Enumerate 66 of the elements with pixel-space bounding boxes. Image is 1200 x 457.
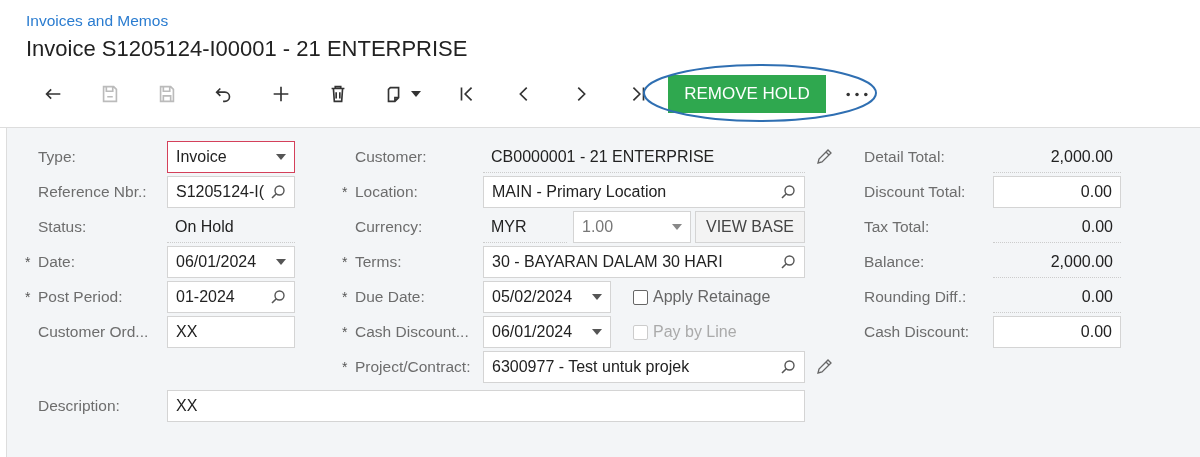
field-label: Post Period: bbox=[38, 288, 124, 306]
field-value: 2,000.00 bbox=[993, 246, 1121, 278]
field-value: 0.00 bbox=[993, 211, 1121, 243]
lookup-field[interactable]: S1205124-I( bbox=[167, 176, 295, 208]
field-label: Rounding Diff.: bbox=[864, 288, 968, 306]
input-field[interactable]: 0.00 bbox=[993, 176, 1121, 208]
field-label: Due Date: bbox=[355, 288, 426, 306]
input-field[interactable]: XX bbox=[167, 316, 295, 348]
lookup-field[interactable]: 01-2024 bbox=[167, 281, 295, 313]
field-label: Cash Discount... bbox=[355, 323, 470, 341]
field-label: Type: bbox=[38, 148, 77, 166]
view-base-button[interactable]: VIEW BASE bbox=[695, 211, 805, 243]
field-label: Detail Total: bbox=[864, 148, 946, 166]
field-label: Cash Discount: bbox=[864, 323, 971, 341]
search-icon bbox=[780, 184, 796, 200]
field-label: Currency: bbox=[355, 218, 424, 236]
pencil-icon[interactable] bbox=[815, 148, 833, 166]
checkbox[interactable]: Apply Retainage bbox=[633, 288, 771, 306]
pencil-icon[interactable] bbox=[815, 358, 833, 376]
select-field[interactable]: 06/01/2024 bbox=[483, 316, 611, 348]
field-label: Discount Total: bbox=[864, 183, 967, 201]
caret-icon bbox=[276, 154, 286, 160]
lookup-field[interactable]: 30 - BAYARAN DALAM 30 HARI bbox=[483, 246, 805, 278]
search-icon bbox=[270, 184, 286, 200]
search-icon bbox=[780, 359, 796, 375]
field-label: Customer: bbox=[355, 148, 428, 166]
field-value: CB0000001 - 21 ENTERPRISE bbox=[483, 141, 805, 173]
required-mark: * bbox=[342, 254, 348, 270]
field-label: Tax Total: bbox=[864, 218, 931, 236]
required-mark: * bbox=[342, 324, 348, 340]
required-mark: * bbox=[342, 359, 348, 375]
field-value: On Hold bbox=[167, 211, 295, 243]
select-field[interactable]: 05/02/2024 bbox=[483, 281, 611, 313]
breadcrumb-link[interactable]: Invoices and Memos bbox=[26, 12, 169, 30]
caret-icon bbox=[592, 294, 602, 300]
field-label: Date: bbox=[38, 253, 77, 271]
lookup-field[interactable]: MAIN - Primary Location bbox=[483, 176, 805, 208]
required-mark: * bbox=[25, 289, 31, 305]
field-label: Terms: bbox=[355, 253, 403, 271]
field-label: Location: bbox=[355, 183, 419, 201]
field-label: Description: bbox=[38, 397, 121, 415]
field-label: Status: bbox=[38, 218, 88, 236]
required-mark: * bbox=[25, 254, 31, 270]
more-icon[interactable] bbox=[846, 91, 868, 97]
currency-value: MYR bbox=[483, 211, 567, 243]
search-icon bbox=[780, 254, 796, 270]
search-icon bbox=[270, 289, 286, 305]
lookup-field[interactable]: 6300977 - Test untuk projek bbox=[483, 351, 805, 383]
input-field[interactable]: 0.00 bbox=[993, 316, 1121, 348]
required-mark: * bbox=[342, 289, 348, 305]
page-title: Invoice S1205124-I00001 - 21 ENTERPRISE bbox=[26, 36, 469, 62]
caret-icon bbox=[276, 259, 286, 265]
caret-icon bbox=[411, 91, 421, 97]
caret-icon bbox=[592, 329, 602, 335]
rate-select[interactable]: 1.00 bbox=[573, 211, 691, 243]
field-value: 2,000.00 bbox=[993, 141, 1121, 173]
caret-icon bbox=[672, 224, 682, 230]
required-mark: * bbox=[342, 184, 348, 200]
input-field[interactable]: XX bbox=[167, 390, 805, 422]
field-value: 0.00 bbox=[993, 281, 1121, 313]
field-label: Reference Nbr.: bbox=[38, 183, 148, 201]
field-label: Project/Contract: bbox=[355, 358, 472, 376]
field-label: Customer Ord... bbox=[38, 323, 150, 341]
field-label: Balance: bbox=[864, 253, 926, 271]
select-field[interactable]: Invoice bbox=[167, 141, 295, 173]
select-field[interactable]: 06/01/2024 bbox=[167, 246, 295, 278]
